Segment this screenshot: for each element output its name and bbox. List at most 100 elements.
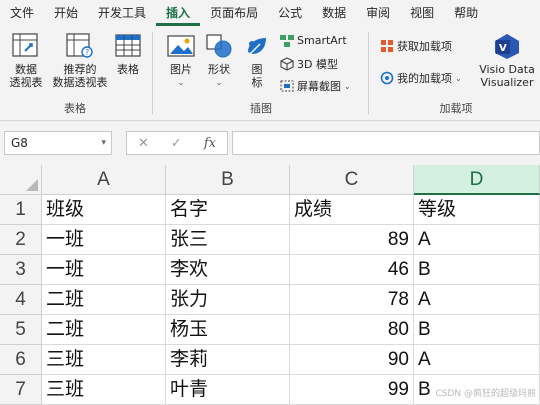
cell-a4[interactable]: 二班 [42,285,166,315]
cell-d4[interactable]: A [414,285,540,315]
group-separator [368,32,369,114]
screenshot-label: 屏幕截图 [297,80,341,93]
tab-page-layout[interactable]: 页面布局 [200,2,268,26]
visio-data-visualizer-button[interactable]: V Visio Data Visualizer [476,32,538,89]
tab-help[interactable]: 帮助 [444,2,488,26]
cell-d5[interactable]: B [414,315,540,345]
shapes-label: 形状 [208,63,230,76]
ribbon-panel: 数据 透视表 ? 推荐的 数据透视表 表格 表格 图片 ⌄ 形状 ⌄ 图 标 S… [0,26,540,121]
tab-review[interactable]: 审阅 [356,2,400,26]
cell-a6[interactable]: 三班 [42,345,166,375]
cell-d6[interactable]: A [414,345,540,375]
visio-icon: V [495,34,519,59]
cell-a5[interactable]: 二班 [42,315,166,345]
column-header-d[interactable]: D [414,165,540,195]
cancel-icon[interactable]: ✕ [138,136,149,151]
name-box[interactable]: G8 ▾ [4,131,112,155]
group-tables-label: 表格 [64,102,86,115]
svg-text:?: ? [85,48,89,57]
table-button[interactable]: 表格 [112,32,144,76]
cell-d2[interactable]: A [414,225,540,255]
group-addins: 获取加载项 我的加载项 ⌄ V Visio Data Visualizer 加载… [372,26,540,120]
3d-models-button[interactable]: 3D 模型 [280,56,338,72]
cell-c3[interactable]: 46 [290,255,414,285]
pivot-table-icon [12,33,38,57]
my-addins-dropdown-icon: ⌄ [455,73,462,83]
shapes-icon [206,34,232,58]
group-tables: 数据 透视表 ? 推荐的 数据透视表 表格 表格 [0,26,150,120]
cell-b2[interactable]: 张三 [166,225,290,255]
icons-icon [247,38,266,57]
tab-view[interactable]: 视图 [400,2,444,26]
formula-input[interactable] [232,131,540,155]
visio-label-2: Visualizer [480,76,534,89]
cell-c2[interactable]: 89 [290,225,414,255]
formula-buttons: ✕ ✓ fx [126,131,228,155]
name-box-dropdown-icon[interactable]: ▾ [101,132,106,154]
cell-a3[interactable]: 一班 [42,255,166,285]
enter-icon[interactable]: ✓ [171,136,182,151]
tab-home[interactable]: 开始 [44,2,88,26]
screenshot-icon [280,80,294,92]
select-all-button[interactable] [0,165,42,195]
pictures-button[interactable]: 图片 ⌄ [164,32,198,89]
cell-c5[interactable]: 80 [290,315,414,345]
row-header[interactable]: 4 [0,285,42,315]
formula-bar: G8 ▾ ✕ ✓ fx [0,121,540,165]
my-addins-icon [380,71,394,85]
recommended-pivot-button[interactable]: ? 推荐的 数据透视表 [52,32,108,89]
table-label: 表格 [117,63,139,76]
visio-label-1: Visio Data [479,63,535,76]
watermark-text: CSDN @疯狂的超级玛丽 [435,389,536,399]
icons-label-1: 图 [251,63,263,76]
tab-developer[interactable]: 开发工具 [88,2,156,26]
smartart-button[interactable]: SmartArt [280,34,347,47]
name-box-value: G8 [11,136,28,150]
icons-button[interactable]: 图 标 [242,32,272,89]
my-addins-label: 我的加载项 [397,72,452,85]
cell-a2[interactable]: 一班 [42,225,166,255]
pivot-table-button[interactable]: 数据 透视表 [6,32,46,89]
column-header-c[interactable]: C [290,165,414,195]
cell-c1[interactable]: 成绩 [290,195,414,225]
column-header-b[interactable]: B [166,165,290,195]
tab-file[interactable]: 文件 [0,2,44,26]
cell-b3[interactable]: 李欢 [166,255,290,285]
insert-function-icon[interactable]: fx [204,136,216,151]
group-separator [152,32,153,114]
pictures-dropdown-icon: ⌄ [177,78,185,87]
row-header[interactable]: 2 [0,225,42,255]
row-header[interactable]: 6 [0,345,42,375]
smartart-label: SmartArt [297,34,347,47]
cell-d3[interactable]: B [414,255,540,285]
shapes-dropdown-icon: ⌄ [215,78,223,87]
get-addins-button[interactable]: 获取加载项 [380,38,452,54]
cell-c4[interactable]: 78 [290,285,414,315]
column-header-a[interactable]: A [42,165,166,195]
cell-d1[interactable]: 等级 [414,195,540,225]
store-icon [381,40,393,52]
smartart-icon [280,34,294,47]
pivot-table-label-1: 数据 [15,63,37,76]
cell-b5[interactable]: 杨玉 [166,315,290,345]
row-header[interactable]: 3 [0,255,42,285]
pivot-table-label-2: 透视表 [9,76,43,89]
group-addins-label: 加载项 [439,102,473,115]
row-header[interactable]: 5 [0,315,42,345]
row-header[interactable]: 1 [0,195,42,225]
3d-model-icon [280,57,294,71]
tab-data[interactable]: 数据 [312,2,356,26]
3d-models-label: 3D 模型 [297,58,338,71]
cell-b4[interactable]: 张力 [166,285,290,315]
group-illustrations: 图片 ⌄ 形状 ⌄ 图 标 SmartArt 3D 模型 屏幕截图 ⌄ 插图 [156,26,366,120]
shapes-button[interactable]: 形状 ⌄ [202,32,236,89]
tab-insert[interactable]: 插入 [156,2,201,26]
cell-a1[interactable]: 班级 [42,195,166,225]
screenshot-button[interactable]: 屏幕截图 ⌄ [280,78,351,94]
tab-formulas[interactable]: 公式 [268,2,312,26]
my-addins-button[interactable]: 我的加载项 ⌄ [380,70,462,86]
cell-c6[interactable]: 90 [290,345,414,375]
cell-b6[interactable]: 李莉 [166,345,290,375]
table-icon [115,34,141,57]
cell-b1[interactable]: 名字 [166,195,290,225]
